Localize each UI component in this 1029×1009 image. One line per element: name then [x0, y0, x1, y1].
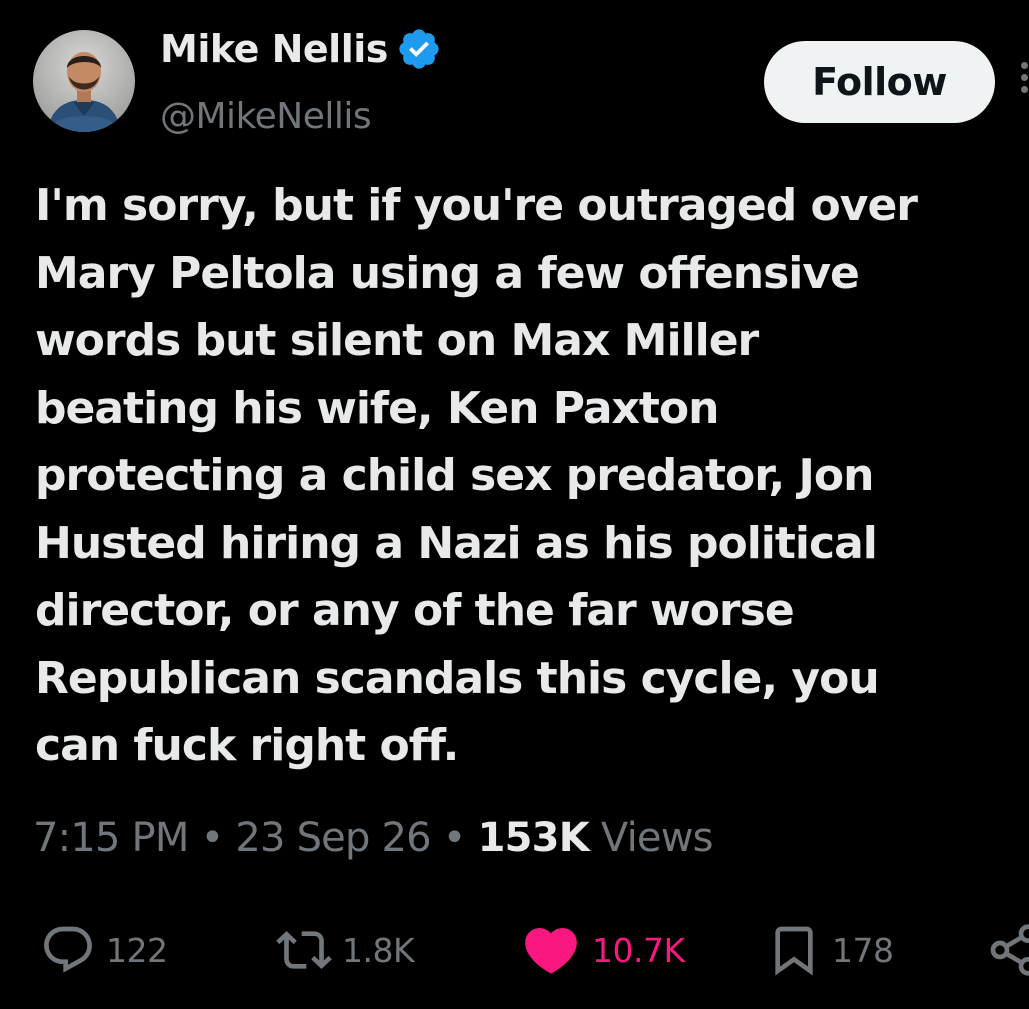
- reply-count: 122: [106, 930, 168, 970]
- bookmark-count: 178: [832, 930, 894, 970]
- share-icon: [986, 922, 1029, 978]
- tweet-text-line: can fuck right off.: [35, 720, 459, 771]
- repost-count: 1.8K: [342, 930, 415, 970]
- tweet-text-line: Republican scandals this cycle, you: [35, 652, 880, 704]
- verified-badge-icon[interactable]: [396, 26, 442, 72]
- author-name[interactable]: Mike Nellis: [160, 27, 388, 71]
- more-icon[interactable]: [1018, 62, 1029, 102]
- repost-icon: [276, 922, 332, 978]
- reply-icon: [40, 922, 96, 978]
- tweet-text-line: words but silent on Max Miller: [35, 315, 759, 366]
- views-count[interactable]: 153K: [478, 815, 590, 861]
- bookmark-icon: [766, 922, 822, 978]
- avatar[interactable]: [33, 30, 135, 132]
- tweet-text-line: protecting a child sex predator, Jon: [35, 450, 874, 501]
- share-button[interactable]: [986, 918, 1029, 982]
- tweet-time[interactable]: 7:15 PM: [33, 815, 189, 861]
- heart-icon: [520, 919, 582, 981]
- author-name-row: Mike Nellis: [160, 22, 442, 76]
- views-label[interactable]: Views: [601, 815, 714, 861]
- action-bar: 122 1.8K 10.7K 178: [0, 918, 1029, 982]
- tweet-text-line: beating his wife, Ken Paxton: [35, 382, 719, 434]
- reply-button[interactable]: 122: [40, 918, 168, 982]
- tweet-text-line: director, or any of the far worse: [35, 585, 795, 636]
- tweet-text-line: Husted hiring a Nazi as his political: [35, 517, 878, 569]
- like-button[interactable]: 10.7K: [520, 918, 685, 982]
- follow-button[interactable]: Follow: [764, 41, 995, 123]
- bookmark-button[interactable]: 178: [766, 918, 894, 982]
- tweet-text-line: Mary Peltola using a few offensive: [35, 247, 860, 299]
- tweet-meta: 7:15 PM • 23 Sep 26 • 153K Views: [33, 808, 713, 868]
- meta-separator: •: [442, 815, 467, 861]
- like-count: 10.7K: [592, 930, 685, 970]
- meta-separator: •: [200, 815, 225, 861]
- repost-button[interactable]: 1.8K: [276, 918, 415, 982]
- tweet-text: I'm sorry, but if you're outraged over M…: [35, 172, 1020, 780]
- tweet-date[interactable]: 23 Sep 26: [235, 815, 431, 861]
- tweet-text-line: I'm sorry, but if you're outraged over: [35, 180, 918, 231]
- author-handle[interactable]: @MikeNellis: [160, 96, 372, 137]
